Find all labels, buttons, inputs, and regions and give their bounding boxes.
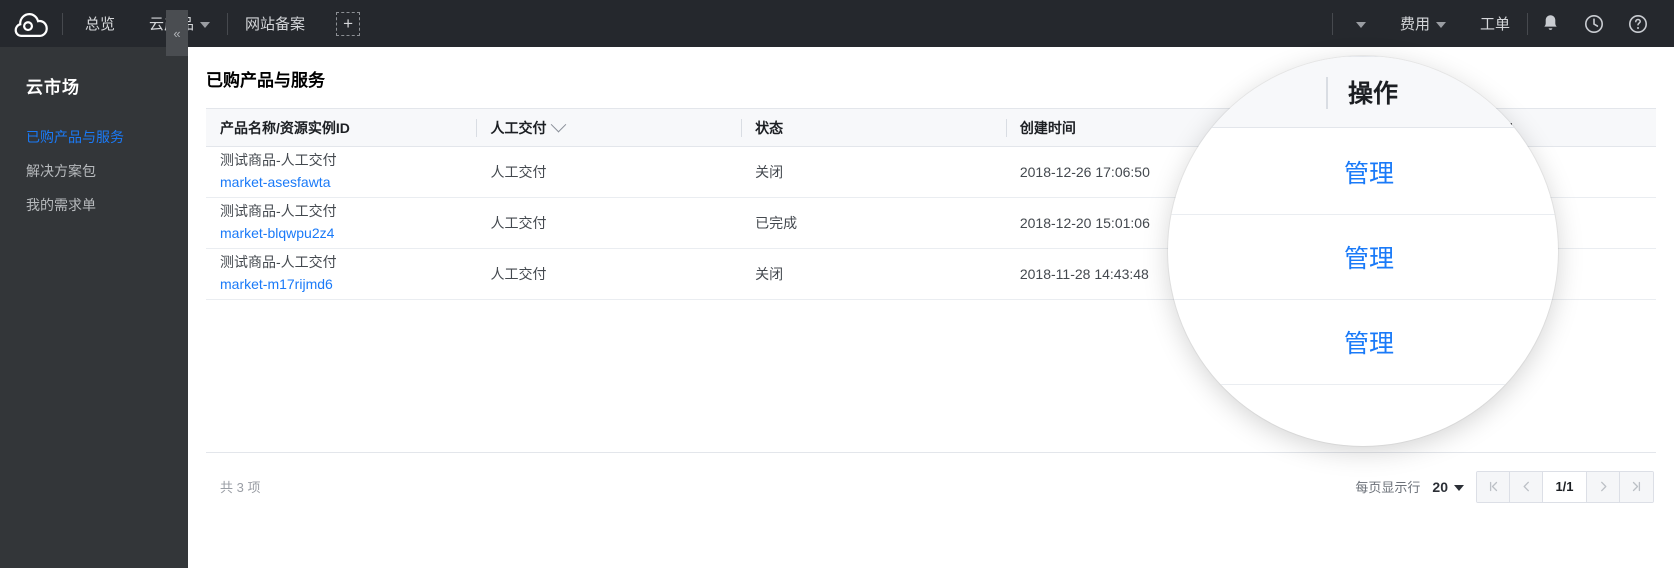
column-header-status: 状态 — [741, 108, 1006, 147]
chevron-left-icon — [1523, 481, 1529, 492]
chevron-down-icon — [1355, 21, 1366, 28]
column-header-product-label: 产品名称/资源实例ID — [220, 119, 350, 136]
page-size-value: 20 — [1432, 478, 1448, 495]
nav-item-website-filing[interactable]: 网站备案 — [228, 0, 322, 47]
nav-item-account-menu[interactable] — [1333, 0, 1383, 47]
pagination: 每页显示行 20 1/1 — [1355, 470, 1656, 503]
magnifier-content: 操作 管理 管理 管理 — [1168, 56, 1558, 446]
prev-page-button[interactable] — [1510, 471, 1543, 502]
top-navigation-bar: 总览 云产品 网站备案 + 费用 工单 — [0, 0, 1674, 47]
sidebar-item-my-requests[interactable]: 我的需求单 — [0, 188, 188, 222]
magnified-manage-link[interactable]: 管理 — [1344, 324, 1394, 360]
cloud-logo[interactable] — [0, 0, 62, 47]
sidebar-collapse-button[interactable]: « — [166, 10, 188, 56]
cell-product: 测试商品-人工交付 market-m17rijmd6 — [206, 248, 477, 300]
column-divider — [1326, 77, 1328, 109]
last-page-button[interactable] — [1620, 471, 1653, 502]
magnified-manage-link[interactable]: 管理 — [1344, 239, 1394, 275]
magnifier-overlay: 操作 管理 管理 管理 — [1168, 56, 1558, 446]
magnified-row: 管理 — [1168, 215, 1558, 300]
nav-item-website-filing-label: 网站备案 — [245, 16, 306, 33]
magnified-row: 管理 — [1168, 300, 1558, 385]
cell-delivery: 人工交付 — [476, 146, 742, 198]
cloud-logo-icon — [14, 12, 48, 37]
first-page-button[interactable] — [1477, 471, 1510, 502]
product-name: 测试商品-人工交付 — [220, 254, 337, 271]
sidebar-title: 云市场 — [26, 78, 80, 97]
help-button[interactable] — [1616, 0, 1660, 47]
total-count-label: 共 3 项 — [220, 480, 261, 495]
chevron-down-icon — [1454, 484, 1464, 491]
nav-right-group: 费用 工单 — [1331, 0, 1674, 47]
instance-id-link[interactable]: market-m17rijmd6 — [220, 274, 476, 296]
nav-item-billing[interactable]: 费用 — [1383, 0, 1463, 47]
sidebar-item-purchased-products-label: 已购产品与服务 — [26, 129, 124, 145]
cell-product: 测试商品-人工交付 market-asesfawta — [206, 146, 477, 198]
cell-delivery: 人工交付 — [476, 197, 742, 249]
pagination-buttons: 1/1 — [1476, 470, 1654, 503]
chevron-down-icon[interactable] — [551, 116, 567, 133]
sidebar-item-purchased-products[interactable]: 已购产品与服务 — [0, 120, 188, 154]
magnified-column-header-action: 操作 — [1168, 56, 1558, 128]
app-root: 总览 云产品 网站备案 + 费用 工单 — [0, 0, 1674, 568]
magnified-row-empty — [1168, 385, 1558, 446]
magnified-action-label: 操作 — [1348, 80, 1399, 108]
nav-item-overview-label: 总览 — [85, 16, 116, 33]
column-header-delivery[interactable]: 人工交付 — [476, 108, 742, 147]
chevron-down-icon — [1435, 21, 1446, 28]
clock-icon — [1585, 14, 1603, 33]
first-page-icon — [1489, 481, 1497, 492]
column-header-product: 产品名称/资源实例ID — [206, 108, 477, 147]
column-divider — [741, 119, 743, 137]
page-size-label: 每页显示行 — [1355, 480, 1421, 495]
table-footer: 共 3 项 每页显示行 20 1/1 — [206, 452, 1656, 520]
sidebar-item-solution-packages[interactable]: 解决方案包 — [0, 154, 188, 188]
notifications-button[interactable] — [1528, 0, 1572, 47]
chevron-down-icon — [200, 21, 211, 28]
column-header-status-label: 状态 — [755, 119, 784, 136]
next-page-button[interactable] — [1587, 471, 1620, 502]
sidebar-item-my-requests-label: 我的需求单 — [26, 197, 96, 213]
column-divider — [476, 119, 478, 137]
cell-delivery: 人工交付 — [476, 248, 742, 300]
nav-item-tickets[interactable]: 工单 — [1463, 0, 1527, 47]
cell-status: 已完成 — [741, 197, 1006, 249]
sidebar: 云市场 已购产品与服务 解决方案包 我的需求单 — [0, 47, 188, 568]
product-name: 测试商品-人工交付 — [220, 203, 337, 220]
cell-status: 关闭 — [741, 146, 1006, 198]
add-shortcut-button[interactable]: + — [336, 11, 361, 36]
page-size-select[interactable]: 20 — [1432, 479, 1464, 495]
last-page-icon — [1632, 481, 1641, 492]
column-header-delivery-label: 人工交付 — [490, 119, 547, 136]
current-page-indicator: 1/1 — [1543, 471, 1587, 502]
nav-item-billing-label: 费用 — [1399, 16, 1430, 33]
column-header-created-label: 创建时间 — [1019, 119, 1076, 136]
bell-icon — [1543, 15, 1557, 30]
product-name: 测试商品-人工交付 — [220, 152, 337, 169]
nav-item-overview[interactable]: 总览 — [63, 0, 132, 47]
history-button[interactable] — [1572, 0, 1616, 47]
sidebar-menu: 已购产品与服务 解决方案包 我的需求单 — [0, 120, 188, 222]
nav-item-tickets-label: 工单 — [1479, 16, 1510, 33]
column-divider — [1005, 119, 1007, 137]
instance-id-link[interactable]: market-asesfawta — [220, 172, 476, 194]
cell-product: 测试商品-人工交付 market-blqwpu2z4 — [206, 197, 477, 249]
help-icon — [1629, 14, 1647, 33]
magnified-manage-link[interactable]: 管理 — [1344, 154, 1394, 190]
instance-id-link[interactable]: market-blqwpu2z4 — [220, 223, 476, 245]
magnified-row: 管理 — [1168, 130, 1558, 215]
sidebar-item-solution-packages-label: 解决方案包 — [26, 163, 96, 179]
chevron-right-icon — [1600, 481, 1606, 492]
cell-status: 关闭 — [741, 248, 1006, 300]
